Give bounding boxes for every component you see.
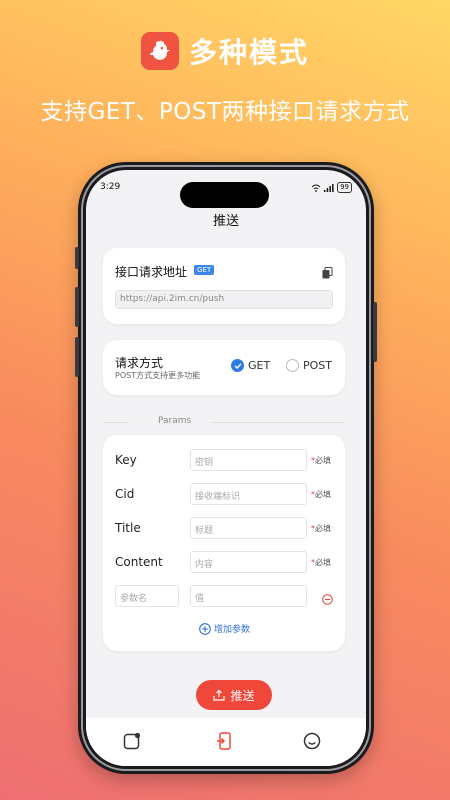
custom-param-name-input[interactable]: 参数名 (115, 585, 179, 607)
method-subtitle: POST方式支持更多功能 (115, 371, 201, 380)
signal-icon (324, 183, 334, 192)
status-time: 3:29 (100, 182, 121, 192)
custom-param-row: 参数名 值 (115, 585, 345, 607)
param-value-input[interactable]: 密钥 (190, 449, 307, 471)
status-icons: 99 (311, 182, 352, 193)
push-button[interactable]: 推送 (196, 680, 272, 710)
url-label: 接口请求地址 (115, 265, 188, 279)
add-circle-icon (199, 622, 211, 635)
required-mark: *必填 (311, 490, 331, 499)
add-param-button[interactable]: 增加参数 (199, 622, 250, 635)
divider-line-left (103, 422, 129, 423)
param-key-label: Cid (115, 487, 135, 501)
method-title: 请求方式 (115, 356, 164, 370)
param-row: Title 标题 *必填 (115, 517, 345, 539)
mute-button (75, 247, 79, 269)
power-button (373, 302, 377, 362)
remove-param-icon[interactable] (322, 590, 333, 609)
divider-line-right (211, 422, 345, 423)
page-title: 推送 (212, 214, 239, 229)
required-mark: *必填 (311, 524, 331, 533)
radio-checked-icon (231, 359, 244, 372)
volume-up-button (75, 287, 79, 327)
battery-indicator: 99 (337, 182, 352, 193)
smile-icon[interactable] (303, 732, 321, 754)
radio-post-label: POST (303, 359, 332, 372)
param-row: Content 内容 *必填 (115, 551, 345, 573)
copy-icon[interactable] (322, 264, 333, 283)
radio-unchecked-icon (286, 359, 299, 372)
param-value-input[interactable]: 内容 (190, 551, 307, 573)
param-row: Cid 接收端标识 *必填 (115, 483, 345, 505)
url-field[interactable]: https://api.2im.cn/push (115, 290, 333, 309)
send-phone-icon[interactable] (216, 732, 234, 754)
params-card: Key 密钥 *必填 Cid 接收端标识 *必填 Title 标题 *必填 Co… (103, 435, 345, 651)
required-mark: *必填 (311, 456, 331, 465)
params-divider: Params (103, 416, 345, 428)
radio-post[interactable]: POST (286, 359, 332, 372)
param-row: Key 密钥 *必填 (115, 449, 345, 471)
param-value-input[interactable]: 接收端标识 (190, 483, 307, 505)
banner-title: 多种模式 (0, 31, 450, 71)
params-label: Params (158, 416, 192, 426)
param-key-label: Title (115, 521, 141, 535)
param-value-input[interactable]: 标题 (190, 517, 307, 539)
radio-get-label: GET (248, 359, 271, 372)
param-key-label: Key (115, 453, 137, 467)
banner-subtitle: 支持GET、POST两种接口请求方式 (40, 99, 410, 125)
required-mark: *必填 (311, 558, 331, 567)
param-key-label: Content (115, 555, 163, 569)
method-card: 请求方式 POST方式支持更多功能 GET POST (103, 340, 345, 395)
method-badge: GET (194, 265, 215, 275)
banner-heading: 多种模式 (188, 36, 309, 69)
add-param-label: 增加参数 (214, 625, 251, 635)
url-card: 接口请求地址 GET https://api.2im.cn/push (103, 248, 345, 324)
push-button-label: 推送 (230, 688, 255, 703)
rooster-logo-icon (140, 32, 179, 70)
wifi-icon (311, 184, 321, 192)
custom-param-value-input[interactable]: 值 (190, 585, 307, 607)
volume-down-button (75, 337, 79, 377)
radio-get[interactable]: GET (231, 359, 270, 372)
note-icon[interactable] (123, 732, 141, 754)
tab-bar (86, 718, 366, 766)
status-bar: 3:29 99 (86, 182, 366, 196)
phone-screen: 3:29 99 推送 接口请求地址 GET https://api.2im.cn… (86, 170, 366, 766)
phone-frame: 3:29 99 推送 接口请求地址 GET https://api.2im.cn… (75, 162, 377, 774)
upload-icon (213, 689, 226, 701)
